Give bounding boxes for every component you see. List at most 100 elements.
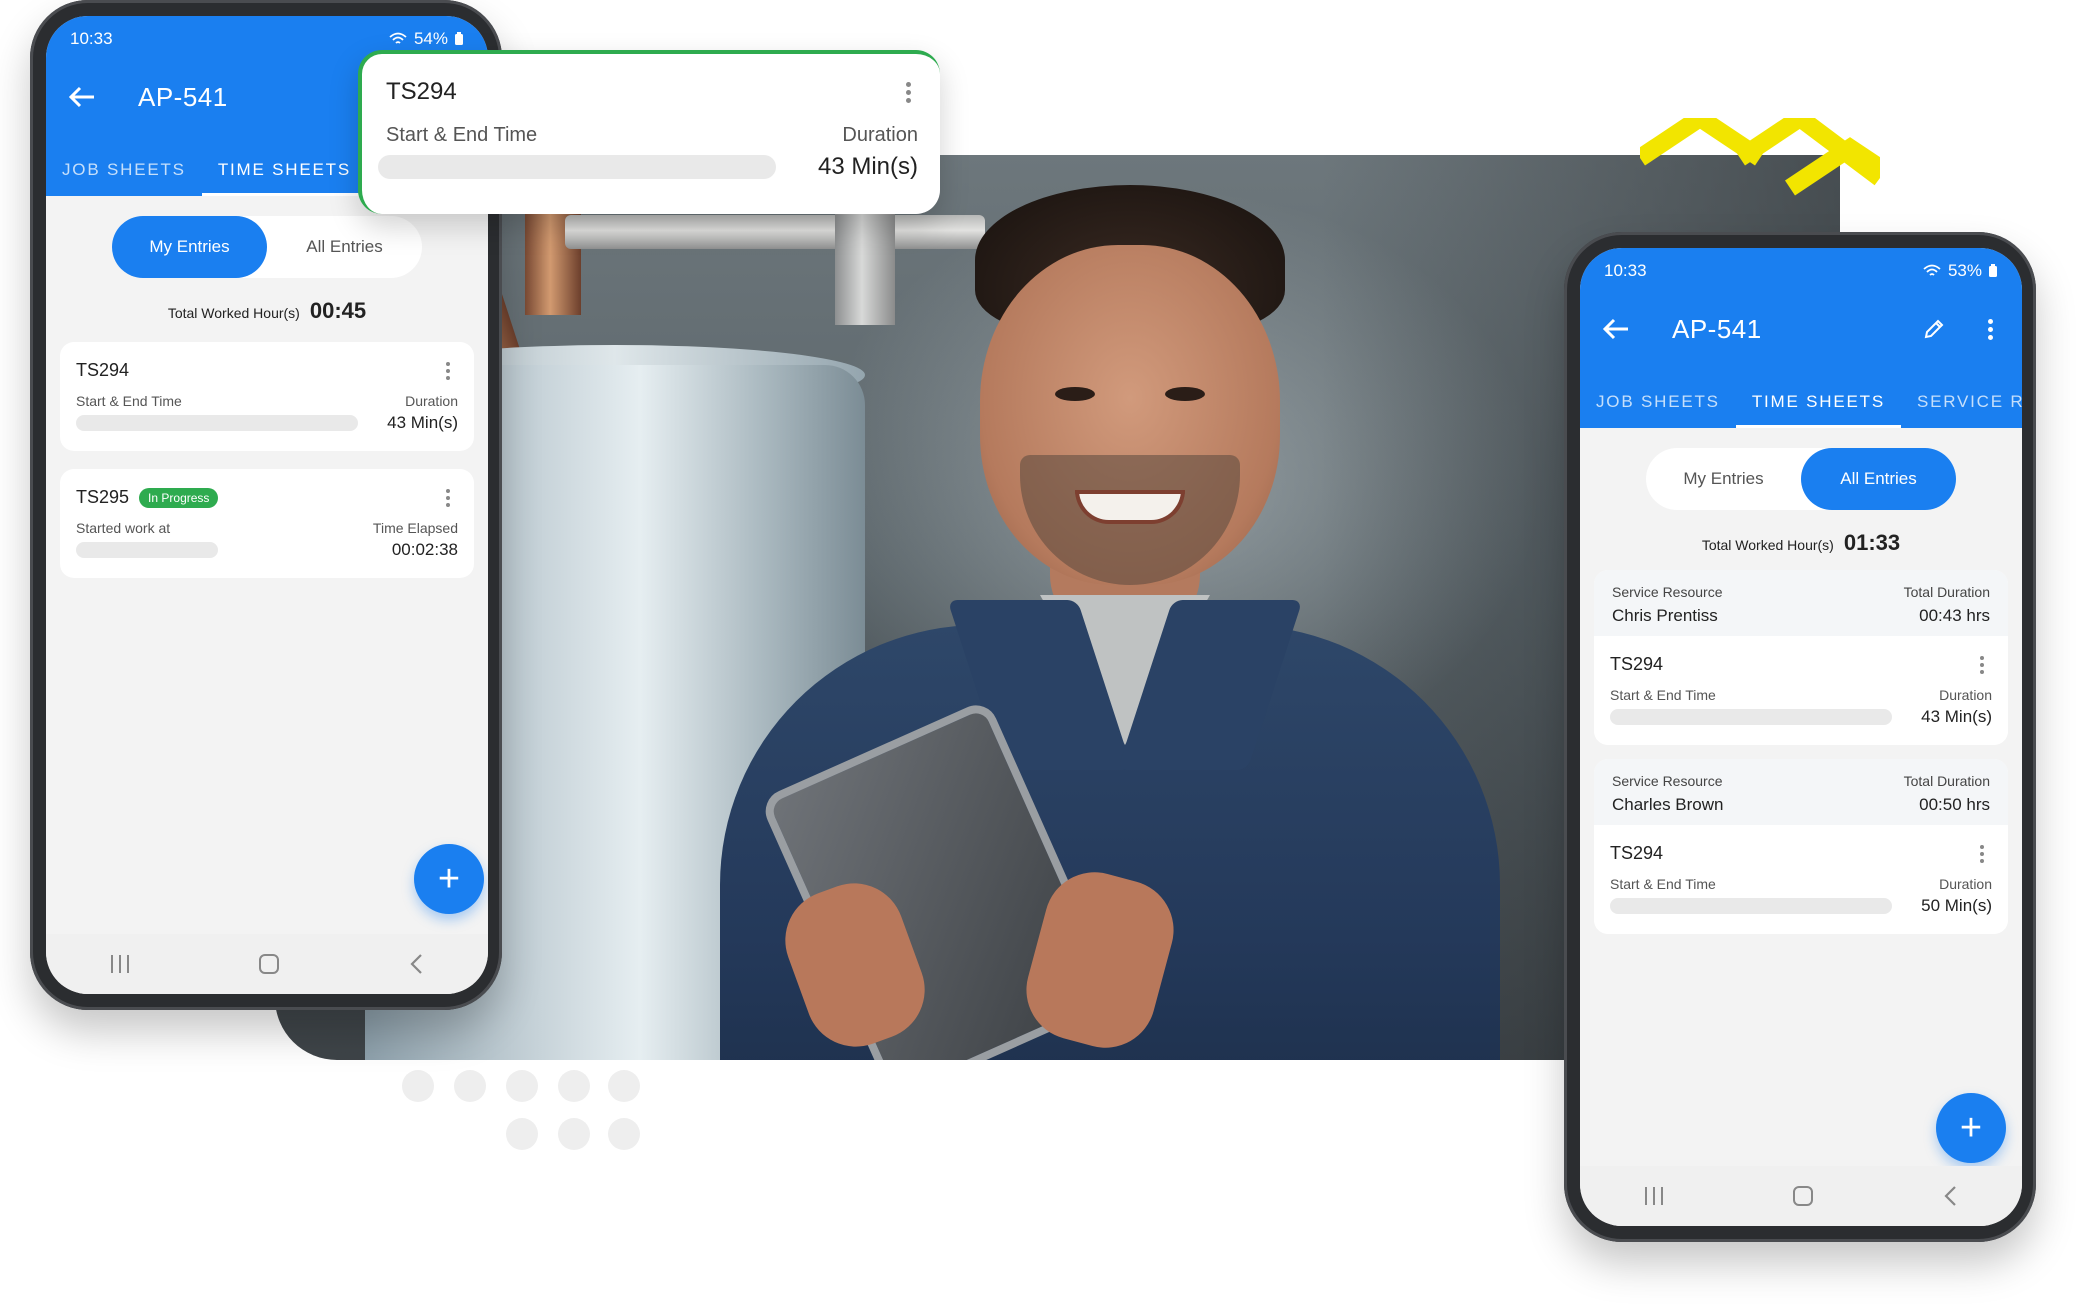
app-header: 10:33 53% AP-541 JOB SHEETS TIME SHEETS …: [1580, 248, 2022, 428]
android-nav-bar: [1580, 1166, 2022, 1226]
time-sheet-id: TS295: [76, 487, 130, 507]
floating-time-sheet-card: TS294 Start & End Time Duration 43 Min(s…: [358, 50, 940, 214]
total-duration-label: Total Duration: [1903, 584, 1990, 600]
duration-label: Duration: [842, 124, 918, 146]
started-label: Started work at: [76, 520, 171, 536]
time-placeholder-bar: [1610, 898, 1892, 914]
battery-level: 54%: [413, 29, 448, 48]
status-badge: In Progress: [139, 487, 219, 508]
duration-label: Duration: [1939, 876, 1992, 892]
tab-time-sheets[interactable]: TIME SHEETS: [1735, 392, 1902, 428]
status-time: 10:33: [70, 29, 113, 48]
recent-apps-icon[interactable]: [1645, 1187, 1663, 1205]
time-sheet-id: TS294: [386, 78, 457, 105]
home-icon[interactable]: [259, 954, 279, 974]
wifi-icon: [389, 32, 407, 44]
nav-back-icon[interactable]: [409, 953, 423, 975]
duration-label: Duration: [1939, 687, 1992, 703]
resource-label: Service Resource: [1612, 773, 1723, 789]
start-end-label: Start & End Time: [1610, 876, 1716, 892]
worker-eye: [1055, 387, 1095, 401]
recent-apps-icon[interactable]: [111, 955, 129, 973]
time-placeholder-bar: [1610, 709, 1892, 725]
dots-decoration: [402, 1070, 642, 1170]
total-value: 00:45: [309, 298, 367, 323]
time-sheet-id-row: TS295 In Progress: [76, 487, 219, 508]
dot: [454, 1070, 486, 1102]
right-phone-screen: 10:33 53% AP-541 JOB SHEETS TIME SHEETS …: [1580, 248, 2022, 1226]
chevron-decoration: [1640, 118, 1880, 196]
duration-value: 43 Min(s): [1921, 707, 1992, 726]
resource-group: Service Resource Total Duration Chris Pr…: [1594, 570, 2008, 745]
battery-icon: [1989, 264, 1997, 277]
more-options-icon[interactable]: [1980, 318, 2000, 340]
worker-eye: [1165, 387, 1205, 401]
time-placeholder-bar: [76, 415, 358, 431]
duration-value: 43 Min(s): [817, 153, 918, 180]
duration-label: Duration: [405, 393, 458, 409]
total-duration-value: 00:50 hrs: [1919, 795, 1990, 814]
add-entry-button[interactable]: +: [1936, 1093, 2006, 1163]
duration-value: 43 Min(s): [387, 413, 458, 432]
kebab-menu-icon[interactable]: [1972, 844, 1992, 863]
right-phone: 10:33 53% AP-541 JOB SHEETS TIME SHEETS …: [1564, 232, 2036, 1242]
android-nav-bar: [46, 934, 488, 994]
time-sheet-card[interactable]: TS294 Start & End Time Duration 43 Min(s…: [1594, 636, 2008, 745]
time-placeholder-bar: [76, 542, 218, 558]
dot: [506, 1070, 538, 1102]
battery-level: 53%: [1947, 261, 1982, 280]
status-bar: 10:33 53%: [1580, 248, 2022, 294]
home-icon[interactable]: [1793, 1186, 1813, 1206]
title-row: AP-541: [1580, 294, 2022, 364]
resource-header: Service Resource Total Duration Chris Pr…: [1594, 570, 2008, 636]
tab-bar: JOB SHEETS TIME SHEETS SERVICE REPO: [1580, 364, 2022, 428]
dot: [608, 1070, 640, 1102]
tab-job-sheets[interactable]: JOB SHEETS: [46, 160, 202, 196]
battery-icon: [455, 32, 463, 45]
header-actions: [1922, 317, 2000, 341]
time-sheet-id: TS294: [1610, 843, 1664, 863]
page-title: AP-541: [138, 81, 228, 112]
nav-back-icon[interactable]: [1943, 1185, 1957, 1207]
page-title: AP-541: [1672, 313, 1762, 344]
start-end-label: Start & End Time: [1610, 687, 1716, 703]
total-worked-hours: Total Worked Hour(s) 01:33: [1580, 530, 2022, 556]
back-arrow-icon[interactable]: [1602, 317, 1632, 341]
all-entries-button[interactable]: All Entries: [1801, 448, 1956, 510]
tab-time-sheets[interactable]: TIME SHEETS: [201, 160, 368, 196]
duration-value: 50 Min(s): [1921, 896, 1992, 915]
resource-name: Chris Prentiss: [1612, 606, 1718, 625]
add-entry-button[interactable]: +: [414, 844, 484, 914]
resource-label: Service Resource: [1612, 584, 1723, 600]
entries-segment: My Entries All Entries: [46, 216, 488, 278]
wifi-icon: [1923, 264, 1941, 276]
resource-header: Service Resource Total Duration Charles …: [1594, 759, 2008, 825]
tab-service-reports[interactable]: SERVICE REPO: [1901, 392, 2022, 428]
worker-smile: [1075, 490, 1185, 524]
resource-name: Charles Brown: [1612, 795, 1724, 814]
total-value: 01:33: [1843, 530, 1901, 555]
dot: [608, 1118, 640, 1150]
all-entries-button[interactable]: All Entries: [267, 216, 422, 278]
time-sheet-card[interactable]: TS295 In Progress Started work at Time E…: [60, 469, 474, 578]
start-end-label: Start & End Time: [386, 124, 538, 146]
kebab-menu-icon[interactable]: [438, 361, 458, 380]
total-label: Total Worked Hour(s): [167, 305, 300, 321]
edit-pencil-icon[interactable]: [1922, 317, 1946, 341]
kebab-menu-icon[interactable]: [1972, 655, 1992, 674]
dot: [402, 1070, 434, 1102]
kebab-menu-icon[interactable]: [438, 488, 458, 507]
time-sheet-id: TS294: [1610, 654, 1664, 674]
time-sheet-card[interactable]: TS294 Start & End Time Duration 50 Min(s…: [1594, 825, 2008, 934]
elapsed-label: Time Elapsed: [372, 520, 458, 536]
total-duration-value: 00:43 hrs: [1919, 606, 1990, 625]
total-worked-hours: Total Worked Hour(s) 00:45: [46, 298, 488, 324]
time-sheet-card[interactable]: TS294 Start & End Time Duration 43 Min(s…: [60, 342, 474, 451]
tab-job-sheets[interactable]: JOB SHEETS: [1580, 392, 1736, 428]
total-duration-label: Total Duration: [1903, 773, 1990, 789]
my-entries-button[interactable]: My Entries: [1646, 448, 1801, 510]
kebab-menu-icon: [898, 81, 918, 103]
status-icons: 54%: [388, 29, 464, 49]
back-arrow-icon[interactable]: [68, 85, 98, 109]
my-entries-button[interactable]: My Entries: [112, 216, 267, 278]
